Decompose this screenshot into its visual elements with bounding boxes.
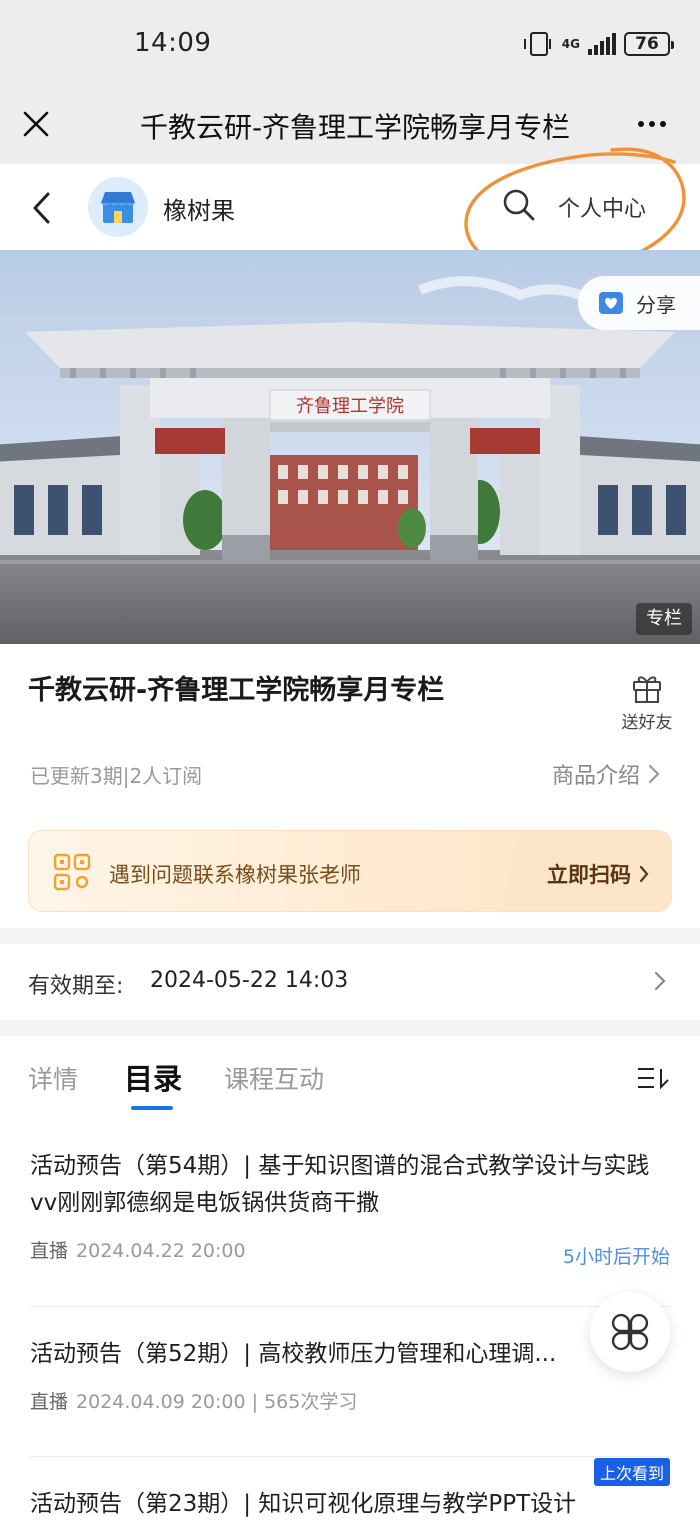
vibrate-icon <box>523 32 551 56</box>
more-button[interactable] <box>632 106 672 142</box>
close-button[interactable] <box>18 106 54 142</box>
section-divider <box>0 928 700 944</box>
chevron-right-icon <box>639 865 649 883</box>
share-button[interactable]: 分享 <box>578 276 700 330</box>
status-bar: 14:09 4G 76 <box>0 0 700 90</box>
search-button[interactable] <box>502 188 538 224</box>
item-type: 直播 <box>30 1240 69 1262</box>
close-icon <box>23 111 49 137</box>
gift-label: 送好友 <box>621 713 673 733</box>
list-item[interactable]: 活动预告（第52期）| 高校教师压力管理和心理调... 直播 2024.04.09… <box>30 1336 670 1414</box>
product-intro-link[interactable]: 商品介绍 <box>552 758 660 790</box>
tab-catalog[interactable]: 目录 <box>124 1056 182 1098</box>
banner-text: 遇到问题联系橡树果张老师 <box>109 863 361 887</box>
scan-now-button[interactable]: 立即扫码 <box>547 859 649 889</box>
more-dot <box>638 121 644 127</box>
contact-banner[interactable]: 遇到问题联系橡树果张老师 立即扫码 <box>28 830 672 912</box>
battery-level: 76 <box>635 34 659 54</box>
chevron-left-icon <box>33 192 50 224</box>
list-separator <box>30 1456 670 1457</box>
item-type: 直播 <box>30 1391 69 1413</box>
item-status: 5小时后开始 <box>562 1246 670 1268</box>
tab-bar: 详情 目录 课程互动 <box>0 1036 700 1116</box>
share-label: 分享 <box>636 292 676 317</box>
scan-now-label: 立即扫码 <box>547 863 631 887</box>
update-subscribe-meta: 已更新3期|2人订阅 <box>30 764 203 788</box>
item-title: 活动预告（第52期）| 高校教师压力管理和心理调... <box>30 1341 557 1367</box>
battery-icon: 76 <box>624 32 674 56</box>
list-item[interactable]: 活动预告（第54期）| 基于知识图谱的混合式教学设计与实践vv刚刚郭德纲是电饭锅… <box>30 1148 670 1268</box>
store-icon <box>101 192 135 223</box>
list-item[interactable]: 活动预告（第23期）| 知识可视化原理与教学PPT设计 <box>30 1486 670 1523</box>
product-intro-label: 商品介绍 <box>551 764 640 789</box>
qr-code-icon <box>53 853 91 891</box>
item-title: 活动预告（第54期）| 基于知识图谱的混合式教学设计与实践vv刚刚郭德纲是电饭锅… <box>30 1153 650 1216</box>
personal-center-link[interactable]: 个人中心 <box>558 191 646 223</box>
last-seen-badge: 上次看到 <box>593 1458 670 1486</box>
validity-label: 有效期至: <box>28 974 124 999</box>
validity-date: 2024-05-22 14:03 <box>150 968 349 993</box>
shop-logo[interactable] <box>88 177 148 237</box>
sort-icon[interactable] <box>636 1066 670 1090</box>
gift-icon <box>633 676 661 703</box>
gift-to-friend-button[interactable]: 送好友 <box>612 670 682 733</box>
validity-row[interactable]: 有效期至: 2024-05-22 14:03 <box>0 944 700 1020</box>
item-meta: 直播 2024.04.09 20:00 | 565次学习 <box>30 1387 670 1414</box>
gate-sign: 齐鲁理工学院 <box>296 396 404 417</box>
list-separator <box>30 1306 670 1307</box>
tab-details[interactable]: 详情 <box>28 1060 78 1096</box>
signal-icon <box>588 33 616 55</box>
status-time: 14:09 <box>134 28 212 58</box>
item-title: 活动预告（第23期）| 知识可视化原理与教学PPT设计 <box>30 1491 577 1517</box>
window-title: 千教云研-齐鲁理工学院畅享月专栏 <box>139 111 571 144</box>
share-heart-icon <box>599 292 623 314</box>
item-time: 2024.04.09 20:00 | 565次学习 <box>76 1391 358 1413</box>
more-dot <box>660 121 666 127</box>
clover-menu-icon <box>611 1313 649 1351</box>
chevron-right-icon <box>648 764 660 784</box>
more-dot <box>649 121 655 127</box>
column-tag: 专栏 <box>636 603 692 635</box>
active-tab-indicator <box>131 1106 173 1110</box>
status-icons: 4G 76 <box>523 32 674 56</box>
tab-course-interaction[interactable]: 课程互动 <box>224 1060 324 1096</box>
section-divider <box>0 1020 700 1036</box>
back-button[interactable] <box>30 188 64 228</box>
item-time: 2024.04.22 20:00 <box>76 1240 246 1262</box>
search-icon <box>503 189 535 221</box>
course-title: 千教云研-齐鲁理工学院畅享月专栏 <box>28 675 445 706</box>
shop-name[interactable]: 橡树果 <box>163 191 235 226</box>
title-bar: 千教云研-齐鲁理工学院畅享月专栏 <box>0 90 700 164</box>
shop-header: 橡树果 个人中心 <box>0 164 700 250</box>
floating-menu-button[interactable] <box>590 1292 670 1372</box>
network-type: 4G <box>561 37 580 51</box>
chevron-right-icon <box>654 971 666 991</box>
